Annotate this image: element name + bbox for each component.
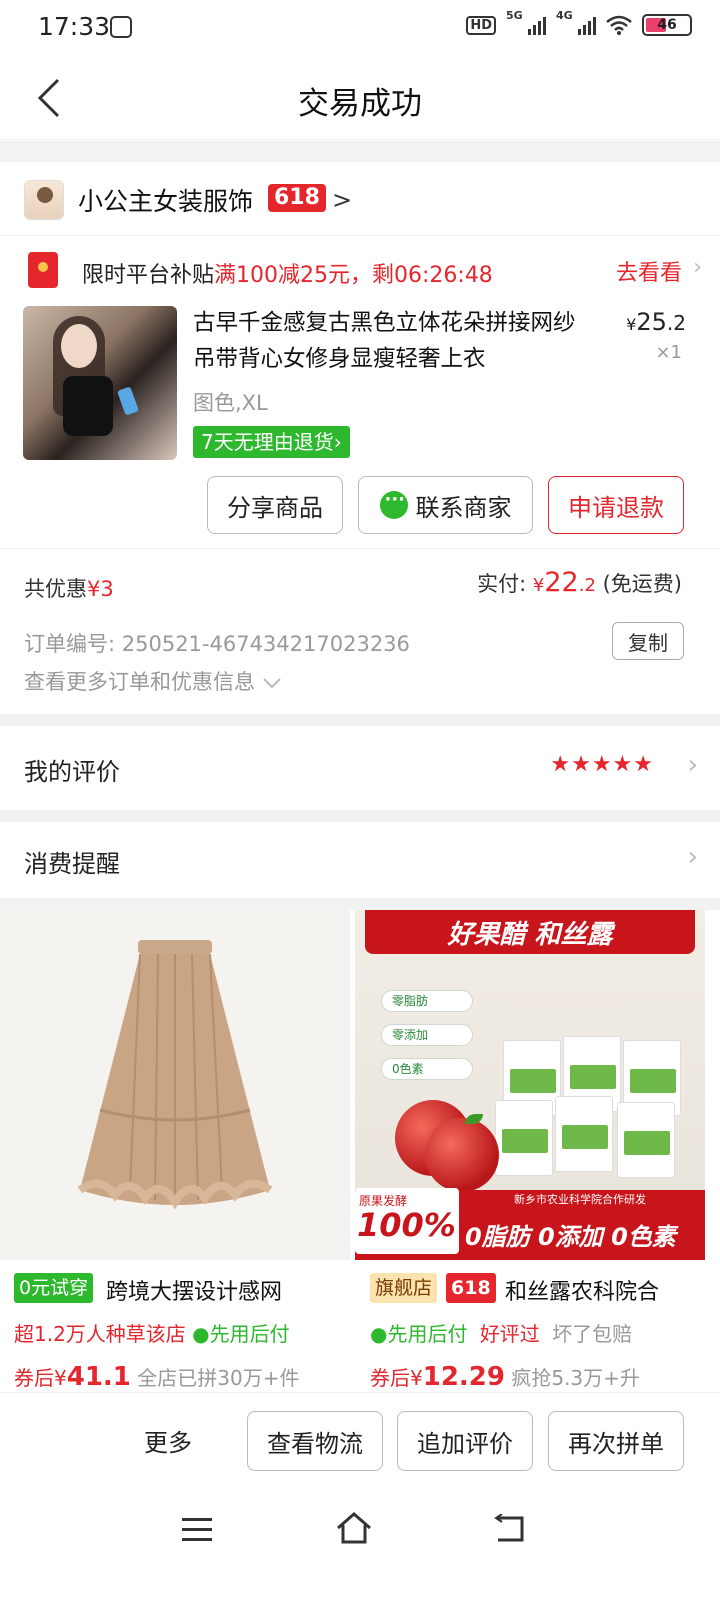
reminder-label: 消费提醒 xyxy=(24,850,120,878)
rec-item-2-claims: 0脂肪 0添加 0色素 xyxy=(465,1223,676,1251)
rec-item-2-image[interactable]: 好果醋 和丝露 零脂肪 零添加 0色素 新乡市农业科学院合作研发 原果发酵 10… xyxy=(355,910,705,1260)
rating-stars: ★★★★★ xyxy=(550,752,654,777)
battery-icon: 46 xyxy=(642,14,692,36)
product-title[interactable]: 古早千金感复古黑色立体花朵拼接网纱吊带背心女修身显瘦轻奢上衣 xyxy=(193,305,593,377)
chat-icon xyxy=(379,489,408,519)
subsidy-offer: 满100减25元，剩06:26:48 xyxy=(214,263,493,288)
my-review-label: 我的评价 xyxy=(24,758,120,786)
rec-item-2-tags: ●先用后付 好评过 坏了包赔 xyxy=(370,1322,633,1346)
red-envelope-icon xyxy=(28,252,58,288)
chevron-right-icon[interactable]: › xyxy=(693,255,702,280)
skirt-image xyxy=(77,940,273,1210)
status-icons: HD 5G 4G 46 xyxy=(466,9,692,36)
consumption-reminder-row[interactable]: 消费提醒 › xyxy=(0,822,720,898)
return-policy-badge[interactable]: 7天无理由退货› xyxy=(193,426,350,458)
wifi-icon xyxy=(606,15,632,35)
add-review-button[interactable]: 追加评价 xyxy=(397,1411,533,1471)
product-price: ¥25.2 xyxy=(626,308,686,336)
rec-item-2-tag-3: 0色素 xyxy=(381,1058,473,1080)
rec-item-2-banner: 好果醋 和丝露 xyxy=(365,910,695,954)
shop-618-badge: 618 xyxy=(268,184,326,212)
rec-item-2-price: 券后¥12.29 疯抢5.3万+升 xyxy=(370,1362,640,1392)
subsidy-banner[interactable]: 限时平台补贴满100减25元，剩06:26:48 去看看 › xyxy=(0,237,720,303)
share-product-button[interactable]: 分享商品 xyxy=(207,476,343,534)
rec-item-2-strip-text: 新乡市农业科学院合作研发 xyxy=(514,1193,646,1206)
order-number: 订单编号: 250521-467434217023236 xyxy=(24,632,410,656)
section-divider xyxy=(0,810,720,822)
product-image[interactable] xyxy=(23,306,177,460)
shop-avatar[interactable] xyxy=(24,180,64,220)
payment-summary: 共优惠¥3 实付: ¥22.2 (免运费) xyxy=(0,548,720,622)
rec-item-1-price: 券后¥41.1 全店已拼30万+件 xyxy=(14,1362,300,1392)
rec-item-2-name[interactable]: 和丝露农科院合 xyxy=(505,1274,705,1306)
shop-name[interactable]: 小公主女装服饰 xyxy=(78,182,253,218)
rec-item-2-618-badge: 618 xyxy=(446,1273,496,1303)
reorder-button[interactable]: 再次拼单 xyxy=(548,1411,684,1471)
product-quantity: ×1 xyxy=(655,342,682,363)
paid-amount: 实付: ¥22.2 (免运费) xyxy=(477,567,682,598)
menu-icon[interactable] xyxy=(182,1518,212,1542)
shop-row[interactable]: 小公主女装服饰 618 > xyxy=(0,162,720,236)
contact-seller-button[interactable]: 联系商家 xyxy=(358,476,533,534)
chevron-right-icon[interactable]: › xyxy=(688,750,698,780)
section-divider xyxy=(0,141,720,162)
signal-5g-icon: 5G xyxy=(506,9,546,35)
request-refund-button[interactable]: 申请退款 xyxy=(548,476,684,534)
hd-icon: HD xyxy=(466,15,496,35)
rec-item-1-badge: 0元试穿 xyxy=(14,1273,94,1303)
rec-item-2-tag-2: 零添加 xyxy=(381,1024,473,1046)
home-icon[interactable] xyxy=(334,1510,374,1546)
product-sku: 图色,XL xyxy=(193,391,268,415)
section-divider xyxy=(0,714,720,726)
nav-bar: 交易成功 xyxy=(0,56,720,140)
bottom-action-bar: 更多 查看物流 追加评价 再次拼单 xyxy=(0,1392,720,1488)
view-logistics-button[interactable]: 查看物流 xyxy=(247,1411,383,1471)
subsidy-text: 限时平台补贴满100减25元，剩06:26:48 xyxy=(82,257,493,289)
status-bar: 17:33 HD 5G 4G 46 xyxy=(0,0,720,56)
subsidy-view-link[interactable]: 去看看 xyxy=(616,255,682,287)
rec-item-1-tags: 超1.2万人种草该店 ●先用后付 xyxy=(14,1322,290,1346)
rec-item-1-image[interactable] xyxy=(0,910,350,1260)
more-button[interactable]: 更多 xyxy=(144,1423,192,1458)
more-order-info-link[interactable]: 查看更多订单和优惠信息 xyxy=(24,666,282,696)
chevron-down-icon xyxy=(262,678,281,689)
status-time: 17:33 xyxy=(38,12,111,41)
my-review-row[interactable]: 我的评价 ★★★★★ › xyxy=(0,726,720,810)
chevron-right-icon[interactable]: > xyxy=(332,186,352,214)
page-title: 交易成功 xyxy=(298,86,422,122)
subsidy-prefix: 限时平台补贴 xyxy=(82,263,215,288)
discount-text: 共优惠¥3 xyxy=(24,577,114,601)
rec-item-2-100-badge: 原果发酵 100% xyxy=(355,1188,459,1254)
rec-item-2-tag-1: 零脂肪 xyxy=(381,990,473,1012)
rec-item-1-name[interactable]: 跨境大摆设计感网 xyxy=(106,1274,346,1306)
section-divider xyxy=(0,898,720,910)
rec-item-2-store-badge: 旗舰店 xyxy=(370,1273,438,1303)
back-icon[interactable] xyxy=(492,1514,528,1544)
chevron-right-icon[interactable]: › xyxy=(688,842,698,872)
signal-4g-icon: 4G xyxy=(556,9,596,35)
copy-button[interactable]: 复制 xyxy=(612,622,684,660)
notification-icon xyxy=(110,16,132,38)
system-nav-bar xyxy=(0,1488,720,1600)
